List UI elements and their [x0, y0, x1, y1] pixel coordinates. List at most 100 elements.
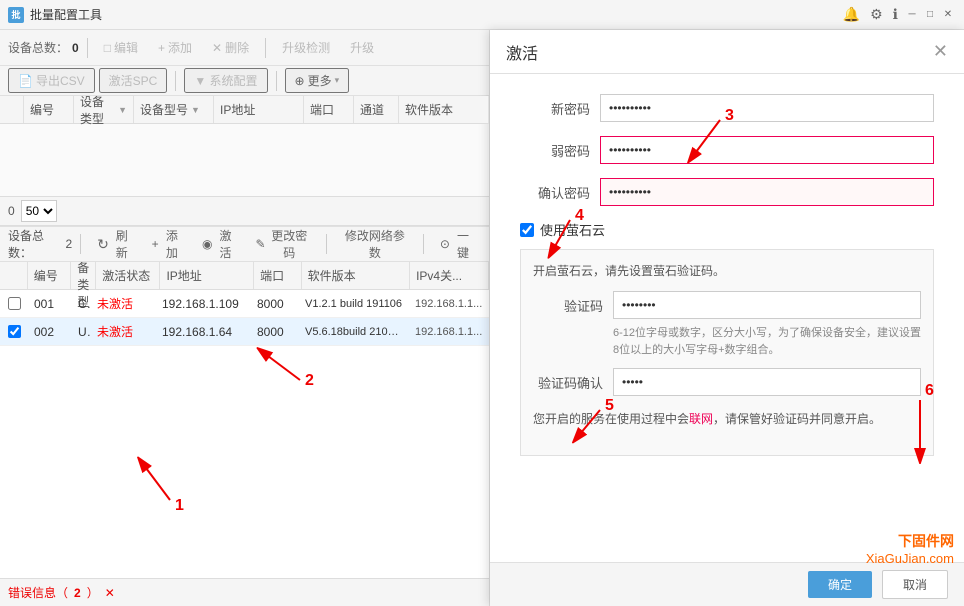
dialog-close-btn[interactable]: ✕ [933, 41, 948, 62]
row1-no: 001 [28, 297, 72, 311]
row1-status-text: 未激活 [97, 297, 133, 311]
mid-sep1 [80, 234, 81, 254]
maximize-btn[interactable]: □ [922, 7, 938, 23]
delete-btn[interactable]: ✕ 删除 [204, 36, 257, 59]
row2-device-type: UDX-4120U1WA... [72, 325, 91, 339]
mid-sep2 [326, 234, 327, 254]
main-layout: 设备总数： 0 □ 编辑 + 添加 ✕ 删除 升级检测 升级 [0, 30, 964, 606]
th-no: 编号 [24, 96, 74, 123]
sep4 [276, 71, 277, 91]
export-csv-btn[interactable]: 📄 导出CSV [8, 68, 95, 93]
mid-device-count: 2 [66, 237, 73, 251]
row1-version: V1.2.1 build 191106 [299, 298, 409, 310]
refresh-btn[interactable]: ↻ 刷新 [89, 224, 140, 264]
more-dropdown-icon: ▾ [335, 75, 340, 86]
upgrade-check-btn[interactable]: 升级检测 [274, 36, 338, 59]
row2-ipv4: 192.168.1.1... [409, 326, 489, 338]
bth-port: 端口 [254, 262, 301, 289]
export-icon: 📄 [18, 74, 33, 88]
weak-password-input[interactable] [600, 136, 934, 164]
activate-sip-btn[interactable]: 激活SPC [99, 68, 168, 93]
mid-toolbar: 设备总数： 2 ↻ 刷新 + 添加 ◉ 激活 ✎ 更改密码 [0, 226, 489, 262]
cloud-section: 开启萤石云，请先设置萤石验证码。 验证码 6-12位字母或数字，区分大小写，为了… [520, 249, 934, 456]
device-count-label: 设备总数： [8, 39, 68, 56]
table-row[interactable]: 002 UDX-4120U1WA... 未激活 192.168.1.64 800… [0, 318, 489, 346]
activation-dialog: 激活 ✕ 新密码 弱密码 确认密码 使用萤石云 [490, 30, 964, 606]
confirm-password-row: 确认密码 [520, 178, 934, 206]
activate-icon: ◉ [202, 237, 212, 251]
page-num: 0 [8, 204, 15, 218]
row1-check-input[interactable] [8, 297, 21, 310]
notification-icon[interactable]: 🔔 [843, 6, 860, 23]
new-password-row: 新密码 [520, 94, 934, 122]
one-key-label: 一键 [453, 227, 473, 261]
mid-device-count-label: 设备总数： [8, 227, 62, 261]
upgrade-btn[interactable]: 升级 [342, 36, 382, 59]
error-label-close: ） [87, 584, 99, 601]
edit-btn[interactable]: □ 编辑 [96, 36, 146, 59]
mid-sep3 [423, 234, 424, 254]
confirm-password-label: 确认密码 [520, 183, 590, 202]
bth-no: 编号 [28, 262, 72, 289]
batch-param-label: 修改网络参数 [343, 227, 407, 261]
activate-btn[interactable]: ◉ 激活 [194, 224, 243, 264]
system-config-btn[interactable]: ▼ 系统配置 [184, 68, 267, 93]
table-row[interactable]: 001 CS-T30-10A 未激活 192.168.1.109 8000 V1… [0, 290, 489, 318]
verify-code-row: 验证码 [533, 291, 921, 319]
status-bar: 错误信息（ 2 ） ✕ [0, 578, 489, 606]
filter-icon-type[interactable]: ▼ [118, 105, 127, 115]
add-btn-top[interactable]: + 添加 [150, 36, 200, 59]
verify-confirm-input[interactable] [613, 368, 921, 396]
dialog-footer: 确定 取消 [490, 562, 964, 606]
verify-confirm-row: 验证码确认 [533, 368, 921, 396]
row2-check-input[interactable] [8, 325, 21, 338]
error-clear-icon[interactable]: ✕ [105, 586, 115, 600]
upgrade-label: 升级 [350, 39, 374, 56]
bth-version: 软件版本 [302, 262, 410, 289]
th-channel: 通道 [354, 96, 399, 123]
top-table-area: 编号 设备类型 ▼ 设备型号 ▼ IP地址 端口 通道 [0, 96, 489, 196]
sep3 [175, 71, 176, 91]
sep1 [87, 38, 88, 58]
activate-label: 激活 [215, 227, 235, 261]
batch-param-btn[interactable]: 修改网络参数 [335, 224, 415, 264]
use-cloud-checkbox[interactable] [520, 223, 534, 237]
app-title: 批量配置工具 [30, 6, 833, 23]
warning-highlight: 联网 [689, 412, 713, 426]
system-config-label: ▼ 系统配置 [194, 72, 257, 89]
filter-icon-model[interactable]: ▼ [191, 105, 200, 115]
row2-checkbox[interactable] [0, 325, 28, 338]
minimize-btn[interactable]: ─ [904, 7, 920, 23]
new-password-input[interactable] [600, 94, 934, 122]
top-toolbar: 设备总数： 0 □ 编辑 + 添加 ✕ 删除 升级检测 升级 [0, 30, 489, 66]
settings-icon[interactable]: ⚙ [870, 6, 883, 23]
one-key-btn[interactable]: ⊙ 一键 [432, 224, 481, 264]
add-label: 添加 [168, 39, 192, 56]
row1-device-type: CS-T30-10A [72, 297, 91, 311]
more-btn[interactable]: ⊕ 更多 ▾ [285, 68, 350, 93]
per-page-select[interactable]: 50 [21, 200, 57, 222]
confirm-password-input[interactable] [600, 178, 934, 206]
bth-ip: IP地址 [160, 262, 254, 289]
change-pwd-btn[interactable]: ✎ 更改密码 [247, 224, 317, 264]
change-pwd-label: 更改密码 [269, 227, 310, 261]
second-toolbar: 📄 导出CSV 激活SPC ▼ 系统配置 ⊕ 更多 ▾ [0, 66, 489, 96]
verify-code-input[interactable] [613, 291, 921, 319]
delete-icon: ✕ [212, 41, 222, 55]
cloud-hint: 开启萤石云，请先设置萤石验证码。 [533, 262, 921, 279]
row1-checkbox[interactable] [0, 297, 28, 310]
top-pagination: 0 50 [0, 196, 489, 226]
info-icon[interactable]: ℹ [893, 6, 898, 23]
warning-text: 您开启的服务在使用过程中会联网，请保管好验证码并同意开启。 [533, 410, 921, 429]
close-btn[interactable]: ✕ [940, 7, 956, 23]
use-cloud-row: 使用萤石云 [520, 220, 934, 239]
upgrade-check-label: 升级检测 [282, 39, 330, 56]
cancel-btn[interactable]: 取消 [882, 570, 948, 599]
add-btn-mid[interactable]: + 添加 [144, 224, 190, 264]
row2-port: 8000 [251, 325, 299, 339]
sep2 [265, 38, 266, 58]
row1-ip: 192.168.1.109 [156, 297, 251, 311]
confirm-btn[interactable]: 确定 [808, 571, 872, 598]
refresh-icon: ↻ [97, 236, 109, 253]
change-pwd-icon: ✎ [255, 237, 265, 251]
